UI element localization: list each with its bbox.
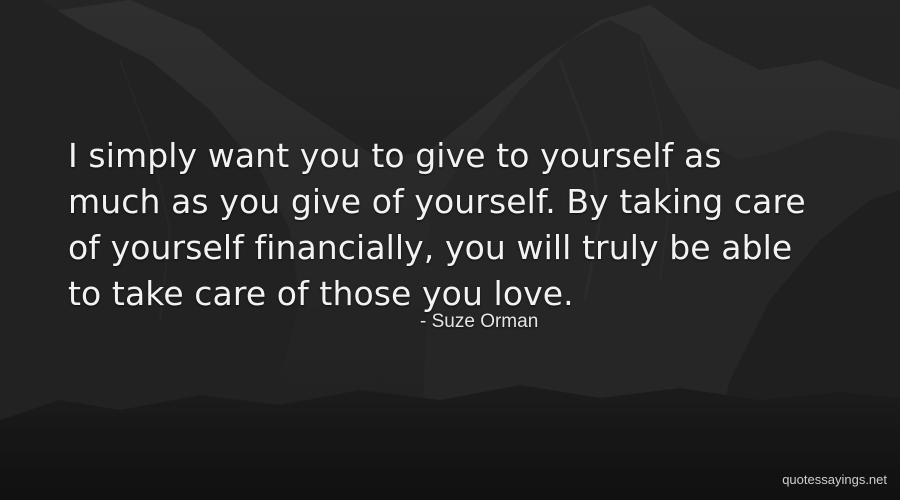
quote-line: much as you give of yourself. By taking … [68, 182, 806, 221]
quote-author: - Suze Orman [420, 311, 539, 332]
site-watermark: quotessayings.net [782, 472, 887, 487]
quote-image: I simply want you to give to yourself as… [0, 0, 900, 500]
quote-line: of yourself financially, you will truly … [68, 228, 793, 267]
quote-text: I simply want you to give to yourself as… [68, 133, 848, 317]
quote-line: I simply want you to give to yourself as [68, 136, 722, 175]
